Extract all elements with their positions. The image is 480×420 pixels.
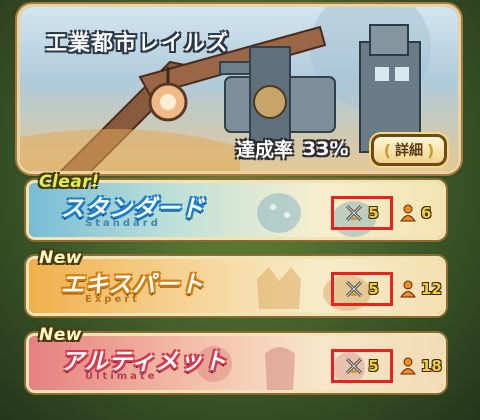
- new-badge: New: [39, 248, 82, 268]
- stamina-highlight: 5: [331, 272, 393, 306]
- mode-subtitle: Expert: [85, 294, 140, 305]
- player-count-value: 12: [421, 280, 442, 298]
- stage-title: 工業都市レイルズ: [46, 31, 230, 55]
- stamina-highlight: 5: [331, 349, 393, 383]
- stamina-cost: 5: [368, 204, 379, 222]
- mode-row-expert[interactable]: New エキスパート Expert 5 12: [29, 248, 443, 313]
- person-icon: [400, 204, 416, 222]
- stamina-cost: 5: [368, 280, 379, 298]
- stamina-highlight: 5: [331, 196, 393, 230]
- completion-label: 達成率: [236, 139, 294, 161]
- player-count: 12: [399, 280, 442, 298]
- mode-stats: 5 12: [331, 272, 442, 306]
- mode-stats: 5 6: [331, 196, 431, 230]
- stage-banner: 工業都市レイルズ 達成率 33% ( 詳細 ): [20, 7, 458, 171]
- details-button[interactable]: ( 詳細 ): [371, 134, 447, 166]
- clear-badge: Clear!: [39, 172, 100, 192]
- details-label: 詳細: [395, 143, 423, 159]
- player-count-value: 6: [421, 204, 432, 222]
- crossed-swords-icon: [346, 357, 363, 375]
- crossed-swords-icon: [346, 204, 363, 222]
- player-count: 18: [399, 357, 442, 375]
- person-icon: [400, 280, 416, 298]
- mode-subtitle: Standard: [85, 218, 161, 229]
- bracket-left-icon: (: [383, 140, 391, 160]
- crossed-swords-icon: [346, 280, 363, 298]
- player-count: 6: [399, 204, 431, 222]
- mode-row-ultimate[interactable]: New アルティメット Ultimate 5 18: [29, 325, 443, 390]
- new-badge: New: [39, 325, 82, 345]
- stamina-cost: 5: [368, 357, 379, 375]
- player-count-value: 18: [421, 357, 442, 375]
- bracket-right-icon: ): [427, 140, 435, 160]
- mode-subtitle: Ultimate: [85, 371, 158, 382]
- completion-rate: 達成率 33%: [236, 135, 349, 162]
- mode-row-standard[interactable]: Clear! スタンダード Standard 5 6: [29, 172, 443, 237]
- person-icon: [400, 357, 416, 375]
- mode-stats: 5 18: [331, 349, 442, 383]
- completion-value: 33%: [303, 137, 349, 160]
